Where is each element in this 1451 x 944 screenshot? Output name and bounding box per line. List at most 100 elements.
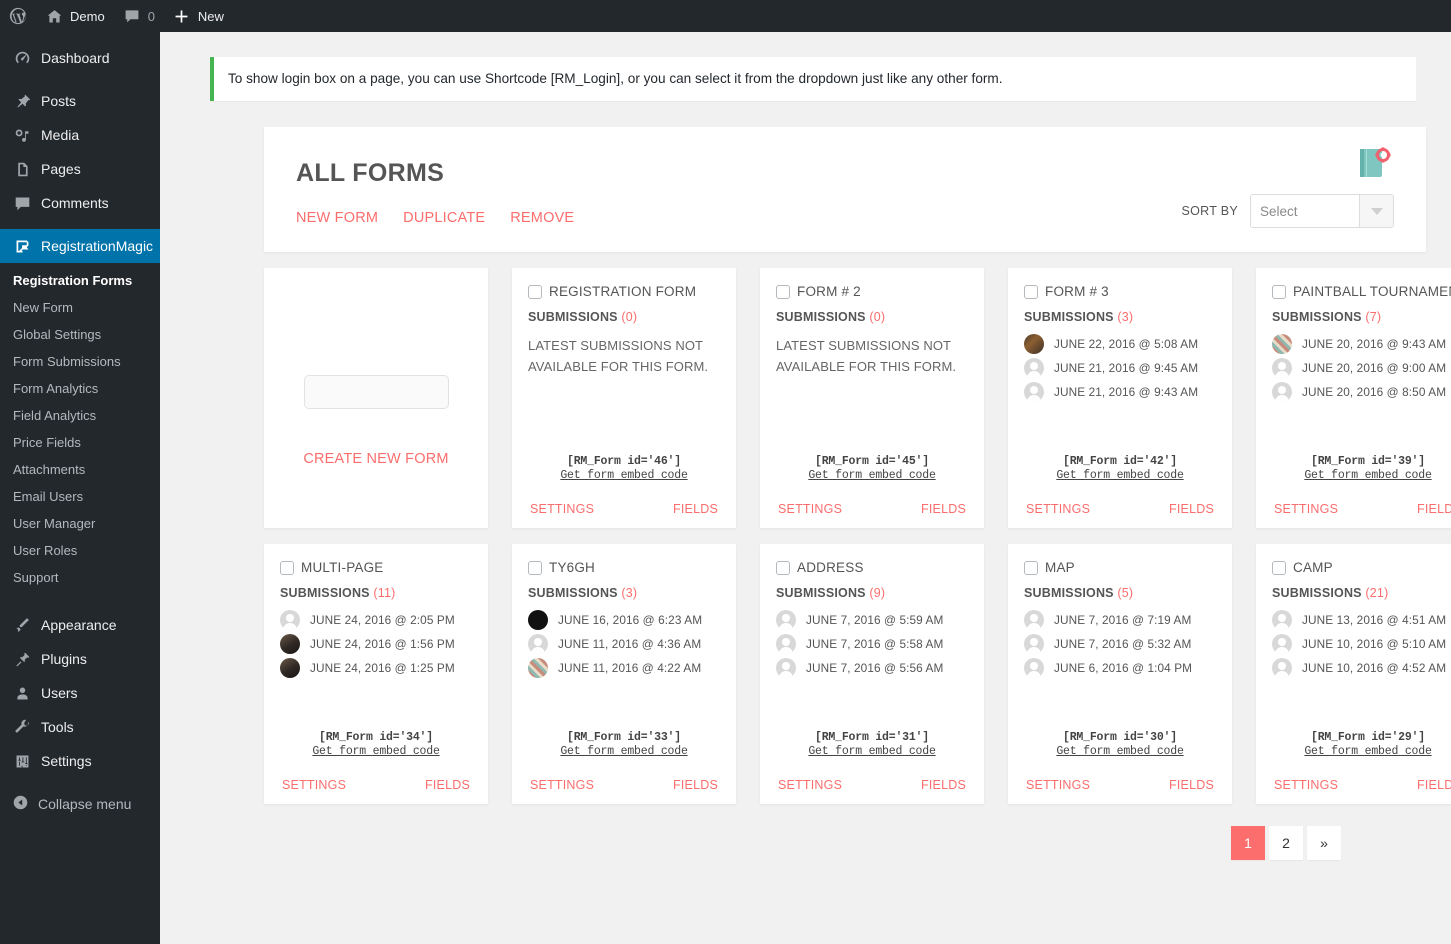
submission-row[interactable]: JUNE 24, 2016 @ 2:05 PM [280,608,472,632]
submission-row[interactable]: JUNE 10, 2016 @ 4:52 AM [1272,656,1451,680]
page-button-1[interactable]: 1 [1231,826,1265,861]
form-settings-link[interactable]: SETTINGS [530,502,594,516]
form-fields-link[interactable]: FIELDS [921,502,966,516]
sort-by-select[interactable]: Select [1250,194,1394,229]
form-fields-link[interactable]: FIELDS [1169,502,1214,516]
submission-row[interactable]: JUNE 7, 2016 @ 5:32 AM [1024,632,1216,656]
submenu-item-registration-forms[interactable]: Registration Forms [0,267,160,294]
form-card[interactable]: ADDRESS SUBMISSIONS (9) JUNE 7, 2016 @ 5… [760,544,984,805]
submission-row[interactable]: JUNE 7, 2016 @ 7:19 AM [1024,608,1216,632]
wordpress-logo-button[interactable] [0,0,36,32]
sidebar-item-comments[interactable]: Comments [0,186,160,220]
form-select-checkbox[interactable] [528,284,542,299]
form-select-checkbox[interactable] [776,284,790,299]
sidebar-item-posts[interactable]: Posts [0,84,160,118]
form-settings-link[interactable]: SETTINGS [282,778,346,792]
form-card[interactable]: CAMP SUBMISSIONS (21) JUNE 13, 2016 @ 4:… [1256,544,1451,805]
form-fields-link[interactable]: FIELDS [673,502,718,516]
submenu-item-user-manager[interactable]: User Manager [0,510,160,537]
form-settings-link[interactable]: SETTINGS [530,778,594,792]
sidebar-item-appearance[interactable]: Appearance [0,608,160,642]
get-embed-code-link[interactable]: Get form embed code [1272,469,1451,482]
form-fields-link[interactable]: FIELDS [1417,502,1451,516]
submission-row[interactable]: JUNE 22, 2016 @ 5:08 AM [1024,332,1216,356]
form-card[interactable]: REGISTRATION FORM SUBMISSIONS (0) LATEST… [512,268,736,529]
submenu-item-email-users[interactable]: Email Users [0,483,160,510]
get-embed-code-link[interactable]: Get form embed code [776,745,968,758]
form-fields-link[interactable]: FIELDS [1417,778,1451,792]
sidebar-item-registrationmagic[interactable]: RegistrationMagic [0,229,168,263]
submission-row[interactable]: JUNE 21, 2016 @ 9:43 AM [1024,380,1216,404]
create-new-form-card[interactable]: CREATE NEW FORM [264,268,488,529]
get-embed-code-link[interactable]: Get form embed code [776,469,968,482]
submission-row[interactable]: JUNE 7, 2016 @ 5:58 AM [776,632,968,656]
form-select-checkbox[interactable] [528,560,542,575]
form-settings-link[interactable]: SETTINGS [1026,778,1090,792]
get-embed-code-link[interactable]: Get form embed code [528,469,720,482]
site-name-button[interactable]: Demo [36,0,114,32]
submission-row[interactable]: JUNE 20, 2016 @ 8:50 AM [1272,380,1451,404]
form-card[interactable]: MULTI-PAGE SUBMISSIONS (11) JUNE 24, 201… [264,544,488,805]
form-select-checkbox[interactable] [1024,560,1038,575]
form-settings-link[interactable]: SETTINGS [1274,502,1338,516]
submenu-item-user-roles[interactable]: User Roles [0,537,160,564]
form-card[interactable]: FORM # 2 SUBMISSIONS (0) LATEST SUBMISSI… [760,268,984,529]
remove-action[interactable]: REMOVE [510,210,574,226]
submenu-item-form-submissions[interactable]: Form Submissions [0,348,160,375]
form-fields-link[interactable]: FIELDS [673,778,718,792]
submission-row[interactable]: JUNE 6, 2016 @ 1:04 PM [1024,656,1216,680]
submenu-item-global-settings[interactable]: Global Settings [0,321,160,348]
sidebar-item-dashboard[interactable]: Dashboard [0,41,160,75]
sidebar-item-settings[interactable]: Settings [0,744,160,778]
get-embed-code-link[interactable]: Get form embed code [528,745,720,758]
submenu-item-new-form[interactable]: New Form [0,294,160,321]
form-select-checkbox[interactable] [776,560,790,575]
submission-row[interactable]: JUNE 21, 2016 @ 9:45 AM [1024,356,1216,380]
get-embed-code-link[interactable]: Get form embed code [1024,745,1216,758]
page-button-next[interactable]: » [1307,826,1341,861]
page-button-2[interactable]: 2 [1269,826,1303,861]
new-form-action[interactable]: NEW FORM [296,210,378,226]
get-embed-code-link[interactable]: Get form embed code [1024,469,1216,482]
submission-row[interactable]: JUNE 11, 2016 @ 4:36 AM [528,632,720,656]
submenu-item-price-fields[interactable]: Price Fields [0,429,160,456]
get-embed-code-link[interactable]: Get form embed code [1272,745,1451,758]
submission-row[interactable]: JUNE 24, 2016 @ 1:56 PM [280,632,472,656]
submission-row[interactable]: JUNE 7, 2016 @ 5:59 AM [776,608,968,632]
sidebar-item-users[interactable]: Users [0,676,160,710]
collapse-menu-button[interactable]: Collapse menu [0,787,160,821]
submission-row[interactable]: JUNE 20, 2016 @ 9:43 AM [1272,332,1451,356]
form-card[interactable]: PAINTBALL TOURNAMENT SUBMISSIONS (7) JUN… [1256,268,1451,529]
submission-row[interactable]: JUNE 10, 2016 @ 5:10 AM [1272,632,1451,656]
form-select-checkbox[interactable] [280,560,294,575]
sidebar-item-tools[interactable]: Tools [0,710,160,744]
new-content-button[interactable]: New [164,0,233,32]
form-fields-link[interactable]: FIELDS [1169,778,1214,792]
form-select-checkbox[interactable] [1024,284,1038,299]
form-fields-link[interactable]: FIELDS [921,778,966,792]
duplicate-action[interactable]: DUPLICATE [403,210,485,226]
sidebar-item-plugins[interactable]: Plugins [0,642,160,676]
form-card[interactable]: MAP SUBMISSIONS (5) JUNE 7, 2016 @ 7:19 … [1008,544,1232,805]
submission-row[interactable]: JUNE 24, 2016 @ 1:25 PM [280,656,472,680]
comments-button[interactable]: 0 [114,0,164,32]
submission-row[interactable]: JUNE 20, 2016 @ 9:00 AM [1272,356,1451,380]
get-embed-code-link[interactable]: Get form embed code [280,745,472,758]
form-settings-link[interactable]: SETTINGS [778,502,842,516]
sidebar-item-media[interactable]: Media [0,118,160,152]
form-settings-link[interactable]: SETTINGS [1274,778,1338,792]
submission-row[interactable]: JUNE 16, 2016 @ 6:23 AM [528,608,720,632]
form-settings-link[interactable]: SETTINGS [778,778,842,792]
sidebar-item-pages[interactable]: Pages [0,152,160,186]
submission-row[interactable]: JUNE 11, 2016 @ 4:22 AM [528,656,720,680]
submenu-item-support[interactable]: Support [0,564,160,591]
form-select-checkbox[interactable] [1272,284,1286,299]
form-select-checkbox[interactable] [1272,560,1286,575]
form-settings-link[interactable]: SETTINGS [1026,502,1090,516]
submenu-item-attachments[interactable]: Attachments [0,456,160,483]
form-card[interactable]: TY6GH SUBMISSIONS (3) JUNE 16, 2016 @ 6:… [512,544,736,805]
submission-row[interactable]: JUNE 13, 2016 @ 4:51 AM [1272,608,1451,632]
form-fields-link[interactable]: FIELDS [425,778,470,792]
submenu-item-form-analytics[interactable]: Form Analytics [0,375,160,402]
form-card[interactable]: FORM # 3 SUBMISSIONS (3) JUNE 22, 2016 @… [1008,268,1232,529]
